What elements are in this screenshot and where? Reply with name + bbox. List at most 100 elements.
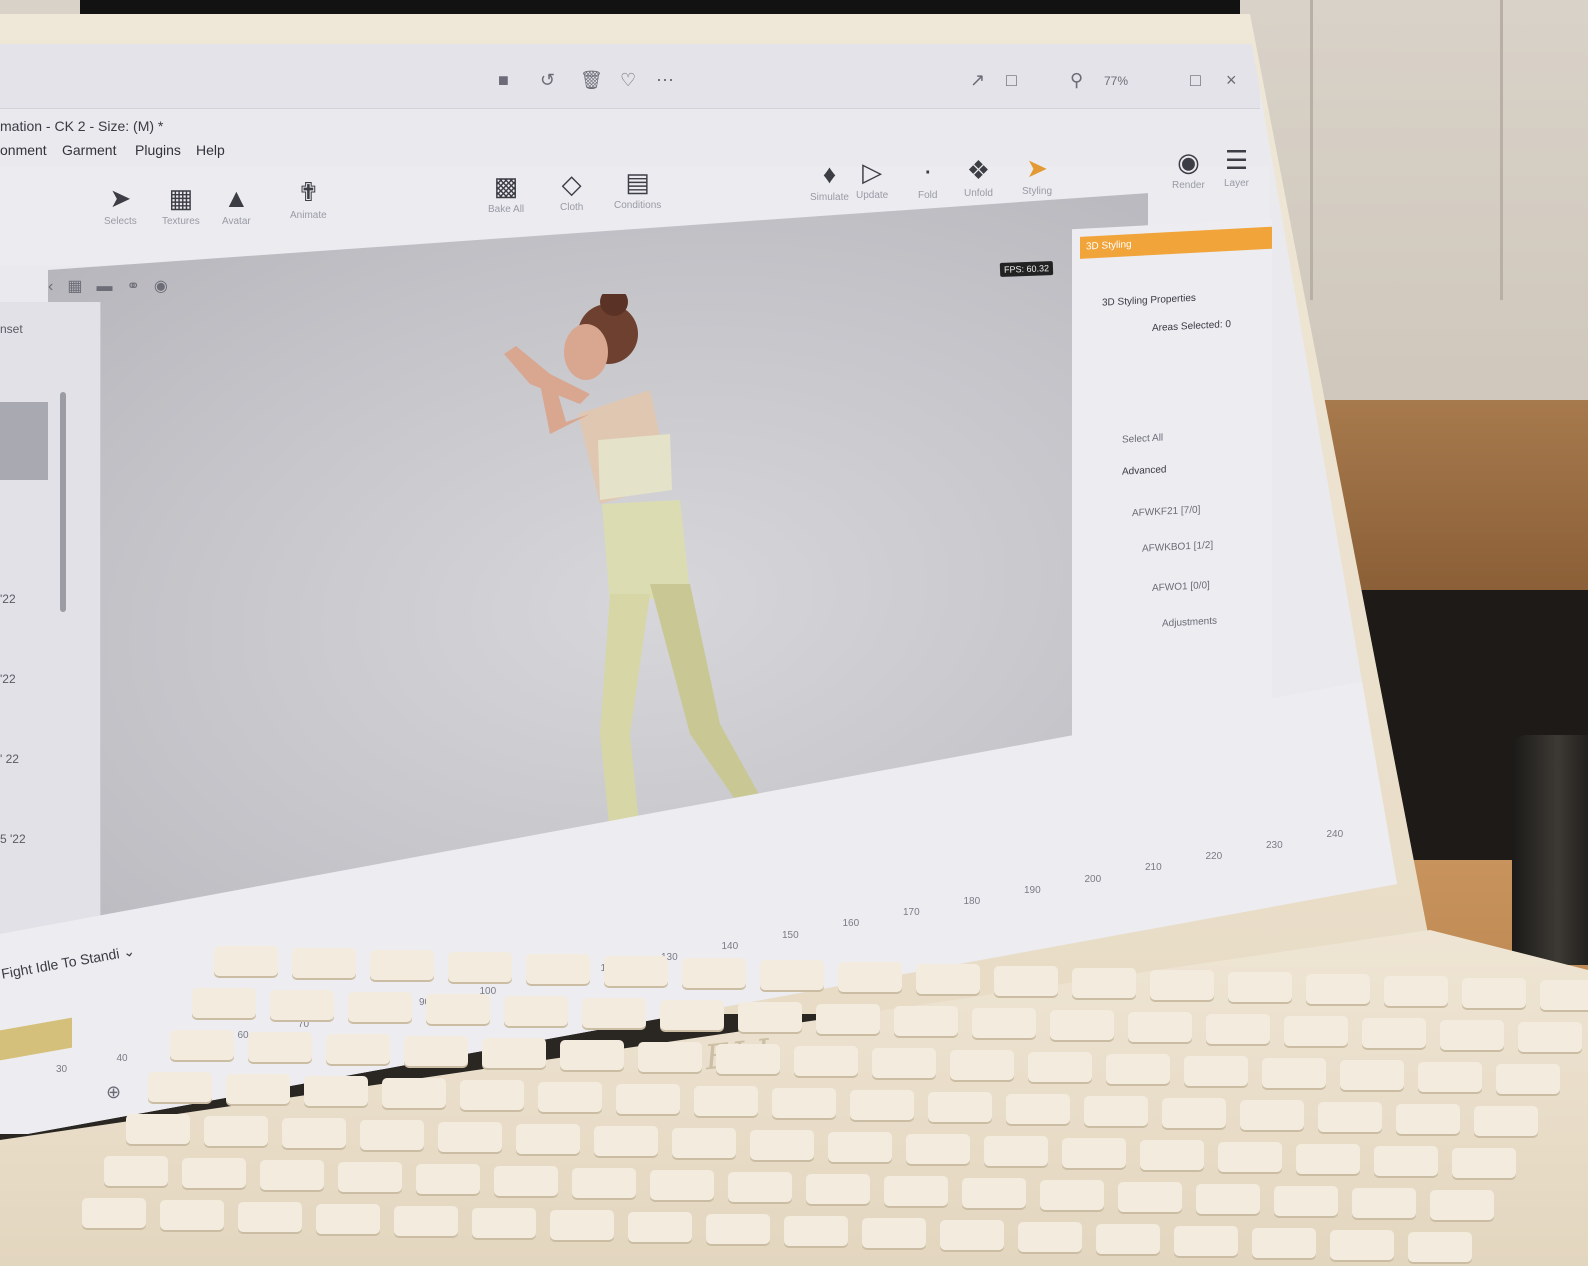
scrollbar[interactable] [60, 392, 66, 612]
keyboard-key [1318, 1102, 1382, 1132]
keyboard-key [760, 960, 824, 990]
more-icon[interactable]: ⋯ [656, 70, 674, 91]
section-header[interactable]: 3D Styling Properties [1102, 293, 1196, 309]
expand-icon[interactable]: ↗ [970, 70, 985, 91]
keyboard-key [1006, 1094, 1070, 1124]
keyboard-key [594, 1126, 658, 1156]
keyboard-key [1430, 1190, 1494, 1220]
tool-avatar[interactable]: ▲ Avatar [222, 184, 251, 227]
keyboard-key [226, 1074, 290, 1104]
fold-icon: ⋅ [923, 157, 932, 187]
delete-icon[interactable]: 🗑 [580, 70, 603, 91]
gauge-icon[interactable]: ⚭ [126, 278, 153, 295]
keyboard-key [1150, 970, 1214, 1000]
figure-icon: ✟ [297, 177, 320, 207]
tool-update[interactable]: ▷ Update [856, 158, 888, 201]
keyboard-key [504, 996, 568, 1026]
tool-select[interactable]: ➤ Selects [104, 184, 137, 227]
keyboard-key [872, 1048, 936, 1078]
window-icon[interactable]: □ [1006, 70, 1017, 91]
keyboard-key [1062, 1138, 1126, 1168]
keyboard-key [828, 1132, 892, 1162]
keyboard-key [1252, 1228, 1316, 1258]
keyboard-key [304, 1076, 368, 1106]
keyboard-key [628, 1212, 692, 1242]
camera-icon[interactable]: ◉ [154, 278, 182, 295]
selected-item[interactable] [0, 402, 48, 480]
undo-icon[interactable]: ↺ [540, 70, 555, 91]
keyboard-key [538, 1082, 602, 1112]
keyboard-key [560, 1040, 624, 1070]
tool-unfold[interactable]: ❖ Unfold [964, 156, 993, 199]
keyboard-key [1408, 1232, 1472, 1262]
keyboard-key [1274, 1186, 1338, 1216]
select-all-button[interactable]: Select All [1122, 432, 1163, 445]
keyboard-key [360, 1120, 424, 1150]
list-item[interactable]: '22 [0, 592, 16, 606]
keyboard-key [928, 1092, 992, 1122]
floor-icon[interactable]: ▬ [96, 278, 126, 295]
tool-render[interactable]: ◉ Render [1172, 148, 1205, 191]
list-item[interactable]: ' 22 [0, 752, 19, 766]
keyboard-key [550, 1210, 614, 1240]
save-icon[interactable]: ■ [498, 70, 509, 91]
list-item[interactable]: '22 [0, 672, 16, 686]
tool-layer[interactable]: ☰ Layer [1224, 146, 1249, 189]
keyboard-key [806, 1174, 870, 1204]
keyboard-key [682, 958, 746, 988]
shield-icon[interactable]: ♡ [620, 70, 636, 91]
tool-bake[interactable]: ▩ Bake All [488, 172, 524, 215]
keyboard-key [526, 954, 590, 984]
keyboard [82, 946, 1588, 1266]
keyboard-key [416, 1164, 480, 1194]
menu-garment[interactable]: Garment [62, 142, 116, 158]
keyboard-key [1540, 980, 1588, 1010]
layer-item[interactable]: AFWKBO1 [1/2] [1142, 540, 1213, 555]
keyboard-key [816, 1004, 880, 1034]
tool-conditions[interactable]: ▤ Conditions [614, 168, 661, 211]
keyboard-key [494, 1166, 558, 1196]
keyboard-key [292, 948, 356, 978]
keyboard-key [1072, 968, 1136, 998]
keyboard-key [1418, 1062, 1482, 1092]
wall-tile-edge [1310, 0, 1313, 300]
keyboard-key [694, 1086, 758, 1116]
keyboard-key [716, 1044, 780, 1074]
keyboard-key [572, 1168, 636, 1198]
zoom-icon[interactable]: ⚲ [1070, 70, 1083, 91]
tool-texture[interactable]: ▦ Textures [162, 184, 200, 227]
menu-environment[interactable]: onment [0, 142, 47, 158]
close-icon[interactable]: × [1226, 70, 1237, 91]
menu-plugins[interactable]: Plugins [135, 142, 181, 158]
keyboard-key [1284, 1016, 1348, 1046]
keyboard-key [794, 1046, 858, 1076]
keyboard-key [1518, 1022, 1582, 1052]
advanced-section[interactable]: Advanced [1122, 464, 1166, 477]
keyboard-key [148, 1072, 212, 1102]
maximize-icon[interactable]: □ [1190, 70, 1201, 91]
pointer-icon: ➤ [109, 183, 132, 213]
bake-icon: ▩ [493, 171, 519, 201]
chevron-left-icon[interactable]: ‹ [48, 278, 67, 295]
grid-icon[interactable]: ▦ [67, 278, 96, 295]
keyboard-key [1330, 1230, 1394, 1260]
keyboard-key [884, 1176, 948, 1206]
keyboard-key [1262, 1058, 1326, 1088]
layer-item[interactable]: AFWO1 [0/0] [1152, 580, 1210, 594]
list-item[interactable]: 5 '22 [0, 832, 26, 846]
keyboard-key [1118, 1182, 1182, 1212]
layer-item[interactable]: AFWKF21 [7/0] [1132, 505, 1200, 520]
tool-cloth[interactable]: ◇ Cloth [560, 170, 583, 213]
avatar-figure[interactable] [490, 294, 810, 874]
zoom-in-icon[interactable]: ⊕ [106, 1082, 121, 1103]
keyboard-key [370, 950, 434, 980]
keyboard-key [438, 1122, 502, 1152]
tool-styling[interactable]: ➤ Styling [1022, 154, 1052, 197]
layer-item[interactable]: Adjustments [1162, 616, 1217, 630]
tool-simulate[interactable]: ♦ Simulate [810, 160, 849, 203]
menu-help[interactable]: Help [196, 142, 225, 158]
keyboard-key [1452, 1148, 1516, 1178]
tool-animate[interactable]: ✟ Animate [290, 178, 327, 221]
keyboard-key [750, 1130, 814, 1160]
tool-fold[interactable]: ⋅ Fold [918, 158, 937, 201]
